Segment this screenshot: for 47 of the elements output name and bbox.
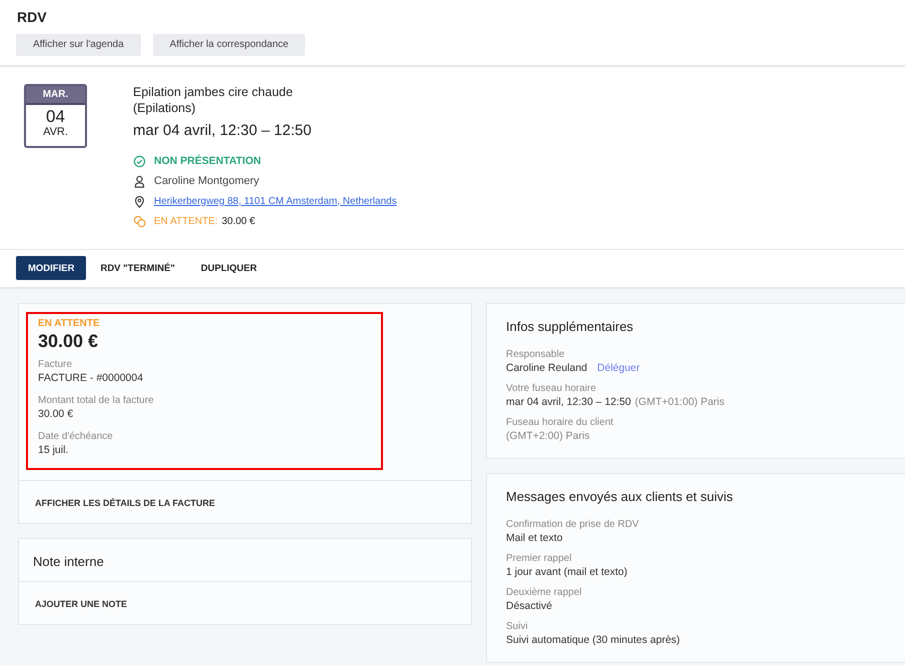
field-value: 30.00 €	[38, 408, 74, 420]
service-name: Epilation jambes cire chaude	[133, 84, 294, 100]
map-pin-icon	[133, 194, 146, 208]
view-button[interactable]: Afficher la correspondance	[152, 34, 306, 56]
card-title: Note interne	[33, 554, 105, 569]
field-label: Confirmation de prise de RDV	[506, 518, 640, 531]
view-button[interactable]: Afficher sur l'agenda	[16, 34, 141, 56]
timezone-text: (GMT+2:00) Paris	[506, 430, 590, 442]
action-button[interactable]: MODIFIER	[16, 256, 86, 280]
field-value: Désactivé	[506, 600, 552, 612]
field-value: mar 04 avril, 12:30 – 12:50	[506, 396, 631, 408]
timezone-text: (GMT+01:00) Paris	[634, 396, 724, 408]
field-label: Fuseau horaire du client	[506, 416, 614, 429]
field-value: FACTURE - #0000004	[38, 372, 144, 384]
person-icon	[133, 174, 146, 188]
address-link[interactable]: Herikerbergweg 88, 1101 CM Amsterdam, Netherlands	[154, 196, 397, 206]
add-note-link[interactable]: AJOUTER UNE NOTE	[35, 599, 128, 609]
calendar-icon: MAR. 04 AVR.	[24, 84, 87, 148]
service-category: (Epilations)	[133, 100, 197, 116]
status-text: NON PRÉSENTATION	[154, 155, 261, 167]
card-title: Infos supplémentaires	[506, 319, 634, 334]
field-label: Montant total de la facture	[38, 394, 155, 407]
coins-icon	[133, 214, 146, 228]
payment-status: EN ATTENTE	[38, 318, 101, 329]
page-title: RDV	[16, 9, 48, 25]
field-value: Suivi automatique (30 minutes après)	[506, 634, 680, 646]
action-button[interactable]: DUPLIQUER	[188, 256, 269, 280]
payment-status: EN ATTENTE:	[154, 216, 218, 226]
action-button[interactable]: RDV "TERMINÉ"	[88, 256, 187, 280]
field-label: Suivi	[506, 620, 529, 633]
field-label: Responsable	[506, 348, 566, 361]
field-label: Deuxième rappel	[506, 586, 583, 599]
field-label: Premier rappel	[506, 552, 573, 565]
field-label: Votre fuseau horaire	[506, 382, 598, 395]
field-label: Facture	[38, 358, 73, 371]
card-title: Messages envoyés aux clients et suivis	[506, 489, 734, 504]
field-value: 1 jour avant (mail et texto)	[506, 566, 628, 578]
field-value: Mail et texto	[506, 532, 563, 544]
field-value: 15 juil.	[38, 444, 68, 456]
payment-amount: 30.00 €	[222, 216, 256, 226]
invoice-details-link[interactable]: AFFICHER LES DÉTAILS DE LA FACTURE	[35, 498, 215, 508]
client-name: Caroline Montgomery	[154, 175, 260, 187]
field-label: Date d'échéance	[38, 430, 114, 443]
field-value: Caroline Reuland	[506, 362, 588, 374]
check-circle-icon	[133, 154, 146, 168]
appointment-datetime: mar 04 avril, 12:30 – 12:50	[133, 122, 312, 139]
payment-amount: 30.00 €	[38, 331, 100, 352]
